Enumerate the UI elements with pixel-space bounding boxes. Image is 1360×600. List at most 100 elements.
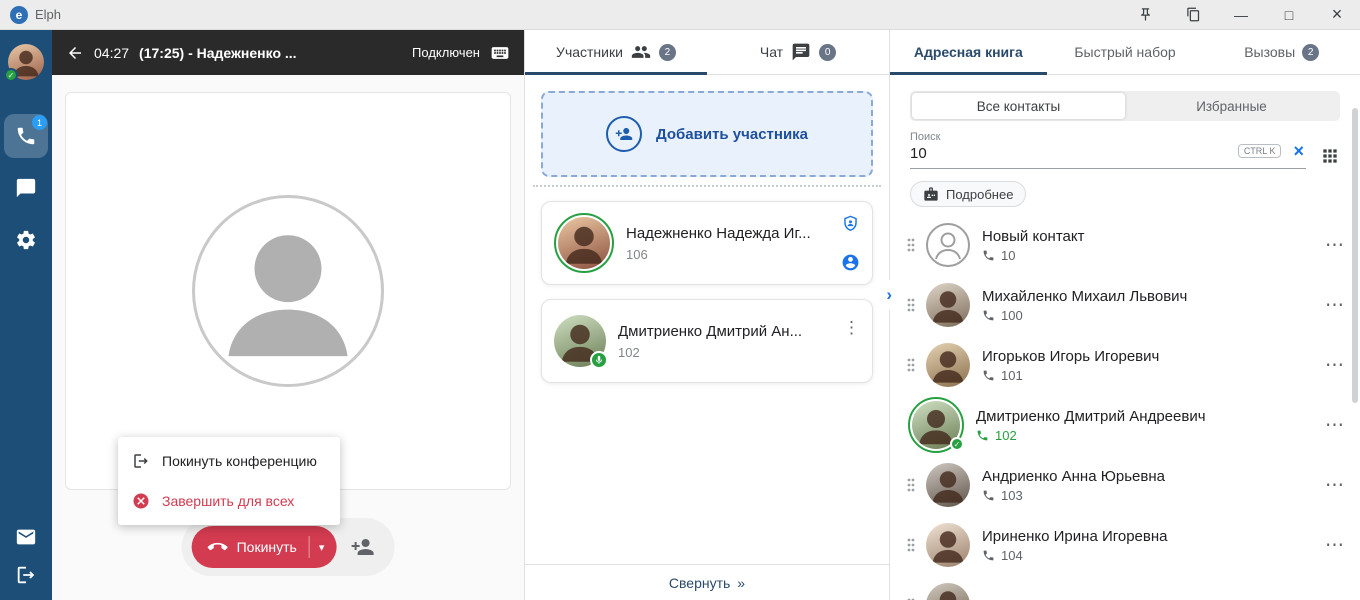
drag-handle-icon[interactable]: [906, 297, 918, 313]
contacts-panel: Адресная книга Быстрый набор Вызовы 2 Вс…: [890, 30, 1360, 600]
search-field[interactable]: Поиск CTRL K ×: [910, 131, 1306, 169]
chat-icon: [791, 42, 811, 62]
panel-expand-chevron-icon[interactable]: ›: [886, 280, 892, 310]
phone-icon: [982, 549, 995, 562]
contact-menu-icon[interactable]: ⋯: [1325, 474, 1344, 497]
contact-row[interactable]: Михайленко Михаил Львович 100 ⋯: [890, 275, 1360, 335]
drag-handle-icon[interactable]: [906, 477, 918, 493]
calls-count-badge: 2: [1302, 44, 1319, 61]
tab-address-book[interactable]: Адресная книга: [890, 30, 1047, 74]
scrollbar-thumb[interactable]: [1352, 108, 1358, 403]
hangup-button[interactable]: Покинуть ▾: [192, 526, 337, 568]
contact-menu-icon[interactable]: ⋯: [1325, 594, 1344, 600]
mail-icon[interactable]: [15, 526, 37, 548]
contact-row[interactable]: Петренко Пётр Петрович ⋯: [890, 575, 1360, 600]
phone-icon: [982, 249, 995, 262]
drag-handle-icon[interactable]: [906, 537, 918, 553]
minimize-icon[interactable]: —: [1228, 3, 1254, 27]
tab-participants[interactable]: Участники 2: [525, 30, 707, 74]
contact-info: Ириненко Ирина Игоревна 104: [982, 528, 1315, 563]
keyboard-icon[interactable]: [490, 43, 510, 63]
call-panel: 04:27 (17:25) - Надежненко ... Подключен…: [52, 30, 524, 600]
participant-card[interactable]: Надежненко Надежда Иг... 106: [541, 201, 873, 285]
participant-card[interactable]: Дмитриенко Дмитрий Ан... 102 ⋮: [541, 299, 873, 383]
drag-handle-icon[interactable]: [906, 237, 918, 253]
sidebar-item-chat[interactable]: [4, 166, 48, 210]
contact-number: 102: [976, 428, 1315, 443]
sidebar-item-settings[interactable]: [4, 218, 48, 262]
contact-row[interactable]: Андриенко Анна Юрьевна 103 ⋯: [890, 455, 1360, 515]
sidebar: ✓ 1: [0, 30, 52, 600]
contact-name: Новый контакт: [982, 228, 1315, 245]
sidebar-item-calls[interactable]: 1: [4, 114, 48, 158]
participant-avatar: [554, 315, 606, 367]
tab-calls[interactable]: Вызовы 2: [1203, 30, 1360, 74]
user-avatar[interactable]: ✓: [8, 44, 44, 80]
chevron-down-icon[interactable]: ▾: [319, 541, 325, 554]
dialpad-icon[interactable]: [1320, 146, 1340, 166]
contact-menu-icon[interactable]: ⋯: [1325, 234, 1344, 257]
shortcut-badge: CTRL K: [1238, 144, 1282, 158]
search-row: Поиск CTRL K ×: [910, 131, 1340, 169]
contact-menu-icon[interactable]: ⋯: [1325, 534, 1344, 557]
participants-count-badge: 2: [659, 44, 676, 61]
avatar: [926, 523, 970, 567]
search-input[interactable]: [910, 143, 1148, 162]
participant-actions: [841, 214, 860, 272]
menu-item-label: Покинуть конференцию: [162, 453, 317, 469]
menu-item-leave-conference[interactable]: Покинуть конференцию: [118, 441, 340, 481]
contact-number: 100: [982, 308, 1315, 323]
dotted-divider: [533, 185, 881, 187]
account-circle-icon[interactable]: [841, 253, 860, 272]
contact-menu-icon[interactable]: ⋯: [1325, 414, 1344, 437]
moderator-shield-icon[interactable]: [841, 214, 860, 233]
contact-menu-icon[interactable]: ⋯: [1325, 294, 1344, 317]
sidebar-nav: 1: [0, 114, 52, 262]
call-status: Подключен: [412, 45, 480, 60]
avatar: [926, 463, 970, 507]
clear-search-icon[interactable]: ×: [1293, 142, 1304, 160]
tab-label: Адресная книга: [914, 44, 1023, 60]
menu-item-label: Завершить для всех: [162, 493, 294, 509]
details-button[interactable]: Подробнее: [910, 181, 1026, 207]
contact-row[interactable]: Новый контакт 10 ⋯: [890, 215, 1360, 275]
menu-item-end-for-all[interactable]: Завершить для всех: [118, 481, 340, 521]
call-title: (17:25) - Надежненко ...: [139, 45, 297, 61]
hangup-label: Покинуть: [237, 539, 297, 555]
avatar: [926, 583, 970, 600]
collapse-label: Свернуть: [669, 575, 730, 591]
contact-number: 10: [982, 248, 1315, 263]
back-arrow-icon[interactable]: [66, 44, 84, 62]
contact-name: Игорьков Игорь Игоревич: [982, 348, 1315, 365]
contact-row-active-call[interactable]: ✓ Дмитриенко Дмитрий Андреевич 102 ⋯: [890, 395, 1360, 455]
avatar: [926, 283, 970, 327]
participant-avatar: [554, 213, 614, 273]
sidebar-bottom: [15, 526, 37, 600]
contact-row[interactable]: Ириненко Ирина Игоревна 104 ⋯: [890, 515, 1360, 575]
contact-menu-icon[interactable]: ⋯: [1325, 354, 1344, 377]
add-person-button[interactable]: [350, 535, 374, 559]
compact-view-icon[interactable]: [1180, 3, 1206, 27]
pin-icon[interactable]: [1132, 3, 1158, 27]
phone-icon: [976, 429, 989, 442]
app-logo-icon: e: [10, 6, 28, 24]
filter-favorites[interactable]: Избранные: [1125, 93, 1338, 119]
drag-handle-icon[interactable]: [906, 357, 918, 373]
people-icon: [631, 42, 651, 62]
filter-all-contacts[interactable]: Все контакты: [912, 93, 1125, 119]
double-chevron-icon: »: [737, 575, 745, 591]
more-menu-icon[interactable]: ⋮: [843, 318, 860, 338]
close-icon[interactable]: ×: [1324, 3, 1350, 27]
maximize-icon[interactable]: □: [1276, 3, 1302, 27]
tab-speed-dial[interactable]: Быстрый набор: [1047, 30, 1204, 74]
collapse-panel-button[interactable]: Свернуть »: [525, 564, 889, 600]
participant-name: Надежненко Надежда Иг...: [626, 225, 841, 242]
contact-row[interactable]: Игорьков Игорь Игоревич 101 ⋯: [890, 335, 1360, 395]
logout-icon[interactable]: [15, 564, 37, 586]
participant-number: 102: [618, 345, 843, 360]
tab-chat[interactable]: Чат 0: [707, 30, 889, 74]
contact-name: Дмитриенко Дмитрий Андреевич: [976, 408, 1315, 425]
add-participant-button[interactable]: Добавить участника: [541, 91, 873, 177]
contact-name: Петренко Пётр Петрович: [982, 597, 1315, 600]
add-participant-label: Добавить участника: [656, 126, 808, 143]
